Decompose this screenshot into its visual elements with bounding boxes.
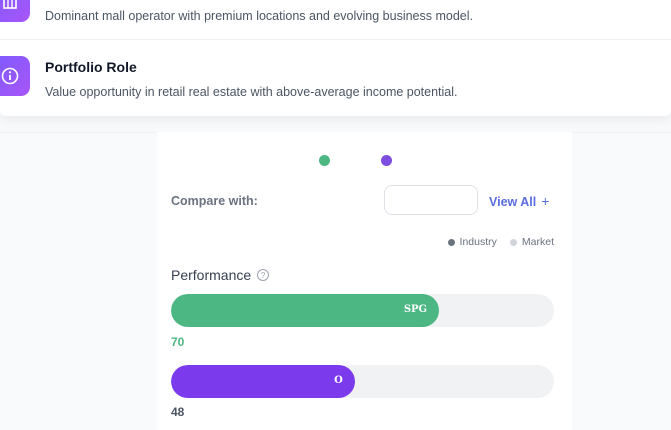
performance-bar-spg: SPG — [171, 294, 554, 327]
compare-label: Compare with: — [171, 194, 258, 208]
legend-item-market: Market — [509, 236, 554, 248]
score-spg: 70 — [171, 335, 185, 349]
legend-dot-industry — [447, 238, 455, 246]
overview-description: Dominant mall operator with premium loca… — [45, 9, 473, 23]
comparison-panel: Compare with: View All + Industry Market … — [157, 132, 572, 430]
legend-label-market: Market — [521, 236, 554, 248]
bar-label-spg: SPG — [403, 304, 428, 315]
score-o: 48 — [171, 405, 185, 419]
legend: Industry Market — [435, 236, 554, 248]
legend-item-industry: Industry — [447, 236, 497, 248]
help-icon[interactable]: ? — [257, 269, 270, 281]
overview-row: Dominant mall operator with premium loca… — [0, 0, 671, 40]
performance-bar-fill-spg: SPG — [171, 294, 440, 327]
performance-bar-o: O — [171, 365, 554, 398]
compare-input[interactable] — [384, 185, 478, 215]
portfolio-role-title: Portfolio Role — [45, 59, 137, 75]
info-icon — [0, 56, 30, 96]
portfolio-role-row: Portfolio Role Value opportunity in reta… — [0, 41, 671, 116]
portfolio-role-description: Value opportunity in retail real estate … — [45, 85, 458, 99]
carousel-dot-green[interactable] — [319, 155, 330, 166]
performance-bar-fill-o: O — [171, 365, 355, 398]
performance-title: Performance ? — [171, 267, 270, 283]
legend-label-industry: Industry — [459, 236, 497, 248]
info-card: Dominant mall operator with premium loca… — [0, 0, 671, 116]
building-icon — [0, 0, 30, 22]
plus-icon: + — [541, 193, 550, 209]
view-all-button[interactable]: View All + — [489, 193, 549, 209]
bar-label-o: O — [334, 375, 343, 386]
view-all-label: View All — [489, 195, 537, 209]
performance-title-text: Performance — [171, 267, 252, 283]
legend-dot-market — [509, 238, 517, 246]
carousel-dot-purple[interactable] — [381, 155, 392, 166]
